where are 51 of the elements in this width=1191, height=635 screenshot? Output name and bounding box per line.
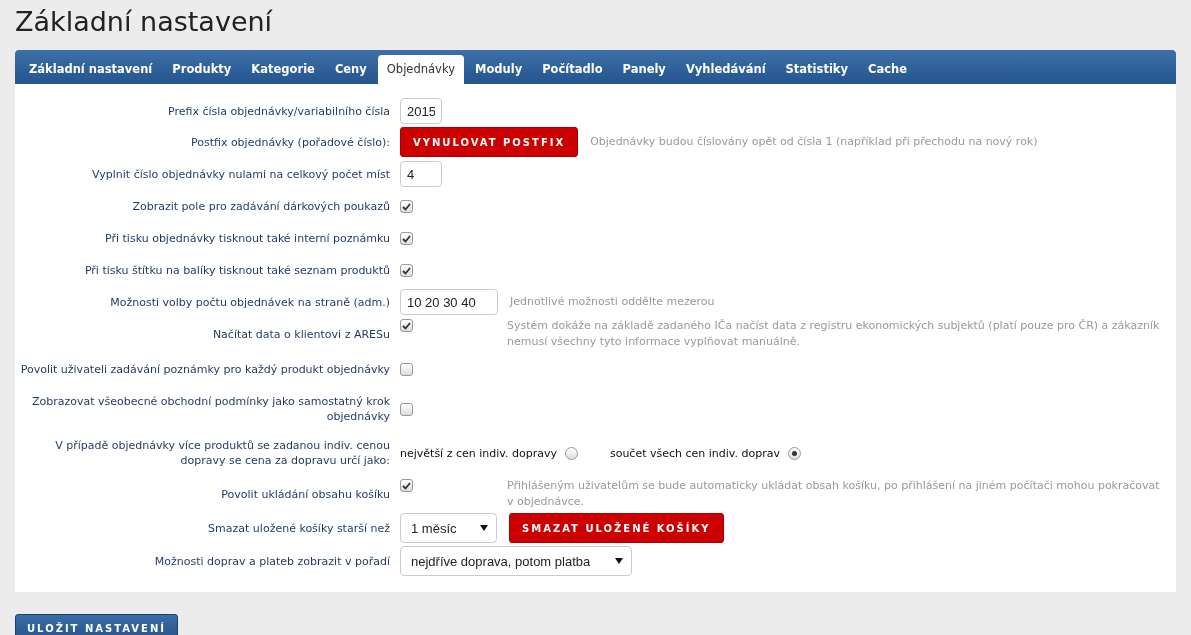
- tab[interactable]: Základní nastavení: [20, 55, 162, 84]
- option-label: součet všech cen indiv. doprav: [609, 446, 780, 460]
- page-title: Základní nastavení: [15, 6, 274, 38]
- tab[interactable]: Panely: [613, 55, 675, 84]
- field-label: Povolit uživateli zadávání poznámky pro každý produkt objednávky: [19, 361, 390, 377]
- tab[interactable]: Statistiky: [776, 55, 857, 84]
- checkbox[interactable]: [400, 363, 413, 376]
- checkbox[interactable]: [400, 264, 413, 277]
- tab[interactable]: Vyhledávání: [676, 55, 775, 84]
- field-label: Prefix čísla objednávky/variabilního čísla: [167, 103, 390, 119]
- field-label: Zobrazovat všeobecné obchodní podmínky jako samostatný krok objednávky: [31, 394, 390, 424]
- delete-button[interactable]: SMAZAT ULOŽENÉ KOŠÍKY: [509, 513, 724, 543]
- checkbox[interactable]: [400, 232, 413, 245]
- checkbox[interactable]: [400, 200, 413, 213]
- field-label: Možnosti doprav a plateb zobrazit v pořadí: [153, 553, 390, 569]
- checkbox[interactable]: [400, 479, 413, 492]
- checkbox[interactable]: [400, 319, 413, 332]
- text-field[interactable]: 2015: [400, 98, 442, 124]
- tab[interactable]: Počítadlo: [533, 55, 612, 84]
- field-label: Při tisku objednávky tisknout také interní poznámku: [104, 230, 390, 246]
- field-label: Postfix objednávky (pořadové číslo):: [189, 134, 390, 150]
- tab[interactable]: Cache: [859, 55, 916, 84]
- text-field[interactable]: 4: [400, 161, 442, 187]
- text-field[interactable]: 10 20 30 40: [400, 289, 498, 315]
- field-label: Načítat data o klientovi z ARESu: [211, 326, 390, 342]
- field-label: Při tisku štítku na balíky tisknout také seznam produktů: [83, 262, 390, 278]
- option-label: největší z cen indiv. dopravy: [400, 446, 557, 460]
- field-label: Smazat uložené košíky starší než: [207, 520, 390, 536]
- select-field[interactable]: 1 měsíc: [400, 513, 497, 543]
- select-field[interactable]: nejdříve doprava, potom platba: [400, 546, 632, 576]
- checkbox[interactable]: [400, 403, 413, 416]
- hint-text: Jednotlivé možnosti oddělte mezerou: [510, 294, 715, 310]
- field-label: Povolit ukládání obsahu košíku: [220, 486, 390, 502]
- hint-text: Přihlášeným uživatelům se bude automaticky ukládat obsah košíku, po přihlášení na jiném počítači mohou pokračovat v objednávce.: [507, 478, 1161, 510]
- caret-icon: [480, 525, 488, 531]
- tab[interactable]: Ceny: [325, 55, 376, 84]
- tab[interactable]: Moduly: [465, 55, 532, 84]
- radio-button[interactable]: [564, 446, 578, 460]
- field-label: Možnosti volby počtu objednávek na straně (adm.): [109, 294, 390, 310]
- tab[interactable]: Kategorie: [242, 55, 324, 84]
- tab[interactable]: Objednávky: [377, 55, 464, 84]
- field-label: Vyplnit číslo objednávky nulami na celkový počet míst: [91, 166, 390, 182]
- hint-text: Objednávky budou číslovány opět od čísla 1 (například při přechodu na nový rok): [590, 134, 1038, 150]
- save-button[interactable]: ULOŽIT NASTAVENÍ: [15, 614, 178, 635]
- tab[interactable]: Produkty: [163, 55, 241, 84]
- field-label: Zobrazit pole pro zadávání dárkových poukazů: [131, 198, 390, 214]
- hint-text: Systém dokáže na základě zadaného IČa načíst data z registru ekonomických subjektů (platí pouze pro ČR) a zákazník nemusí všechny tyto informace vyplňovat manuálně.: [507, 318, 1161, 350]
- field-label: V případě objednávky více produktů se zadanou indiv. cenou dopravy se cena za dopravu určí jako:: [54, 438, 390, 468]
- reset-button[interactable]: VYNULOVAT POSTFIX: [400, 127, 579, 157]
- caret-icon: [615, 558, 623, 564]
- radio-button[interactable]: [788, 446, 801, 460]
